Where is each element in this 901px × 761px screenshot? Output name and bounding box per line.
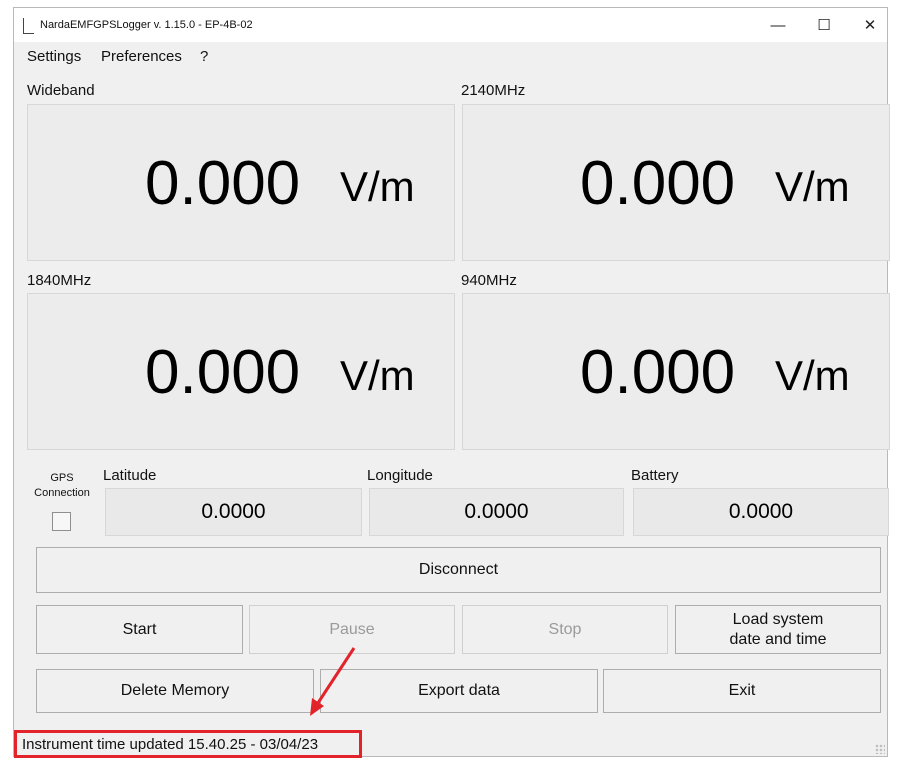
load-time-label-line2: date and time (729, 630, 827, 648)
reading-label-940mhz: 940MHz (461, 272, 517, 289)
close-button[interactable]: ✕ (847, 8, 893, 42)
longitude-field: 0.0000 (369, 488, 624, 536)
app-window: NardaEMFGPSLogger v. 1.15.0 - EP-4B-02 —… (13, 7, 890, 758)
reading-unit: V/m (340, 163, 415, 210)
maximize-button[interactable]: ☐ (801, 8, 847, 42)
menu-preferences[interactable]: Preferences (101, 48, 182, 65)
reading-unit: V/m (340, 352, 415, 399)
reading-panel-wideband: 0.000 V/m (27, 104, 455, 261)
gps-label-line1: GPS (50, 472, 74, 484)
reading-label-2140mhz: 2140MHz (461, 82, 526, 99)
reading-panel-1840mhz: 0.000 V/m (27, 293, 455, 450)
reading-value: 0.000 (580, 149, 736, 218)
reading-unit: V/m (775, 352, 850, 399)
reading-panel-2140mhz: 0.000 V/m (462, 104, 890, 261)
latitude-field: 0.0000 (105, 488, 362, 536)
start-button[interactable]: Start (36, 605, 243, 654)
reading-value: 0.000 (145, 338, 301, 407)
stop-button[interactable]: Stop (462, 605, 668, 654)
status-bar-text: Instrument time updated 15.40.25 - 03/04… (14, 730, 362, 758)
disconnect-button[interactable]: Disconnect (36, 547, 881, 593)
export-data-button[interactable]: Export data (320, 669, 598, 713)
delete-memory-button[interactable]: Delete Memory (36, 669, 314, 713)
reading-value: 0.000 (145, 149, 301, 218)
reading-panel-940mhz: 0.000 V/m (462, 293, 890, 450)
menu-help[interactable]: ? (200, 48, 208, 65)
window-title: NardaEMFGPSLogger v. 1.15.0 - EP-4B-02 (40, 19, 253, 31)
battery-label: Battery (631, 467, 679, 484)
gps-label-line2: Connection (34, 487, 90, 499)
reading-label-wideband: Wideband (27, 82, 95, 99)
pause-button[interactable]: Pause (249, 605, 455, 654)
load-system-date-time-button[interactable]: Load system date and time (675, 605, 881, 654)
gps-connection-checkbox[interactable] (52, 512, 71, 531)
title-bar[interactable]: NardaEMFGPSLogger v. 1.15.0 - EP-4B-02 —… (14, 8, 887, 42)
longitude-label: Longitude (367, 467, 433, 484)
exit-button[interactable]: Exit (603, 669, 881, 713)
battery-field: 0.0000 (633, 488, 889, 536)
menu-settings[interactable]: Settings (27, 48, 81, 65)
minimize-button[interactable]: — (755, 8, 801, 42)
reading-label-1840mhz: 1840MHz (27, 272, 92, 289)
resize-grip[interactable] (875, 744, 885, 754)
reading-unit: V/m (775, 163, 850, 210)
load-time-label-line1: Load system (732, 610, 824, 628)
reading-value: 0.000 (580, 338, 736, 407)
latitude-label: Latitude (103, 467, 157, 484)
app-icon (23, 18, 34, 34)
